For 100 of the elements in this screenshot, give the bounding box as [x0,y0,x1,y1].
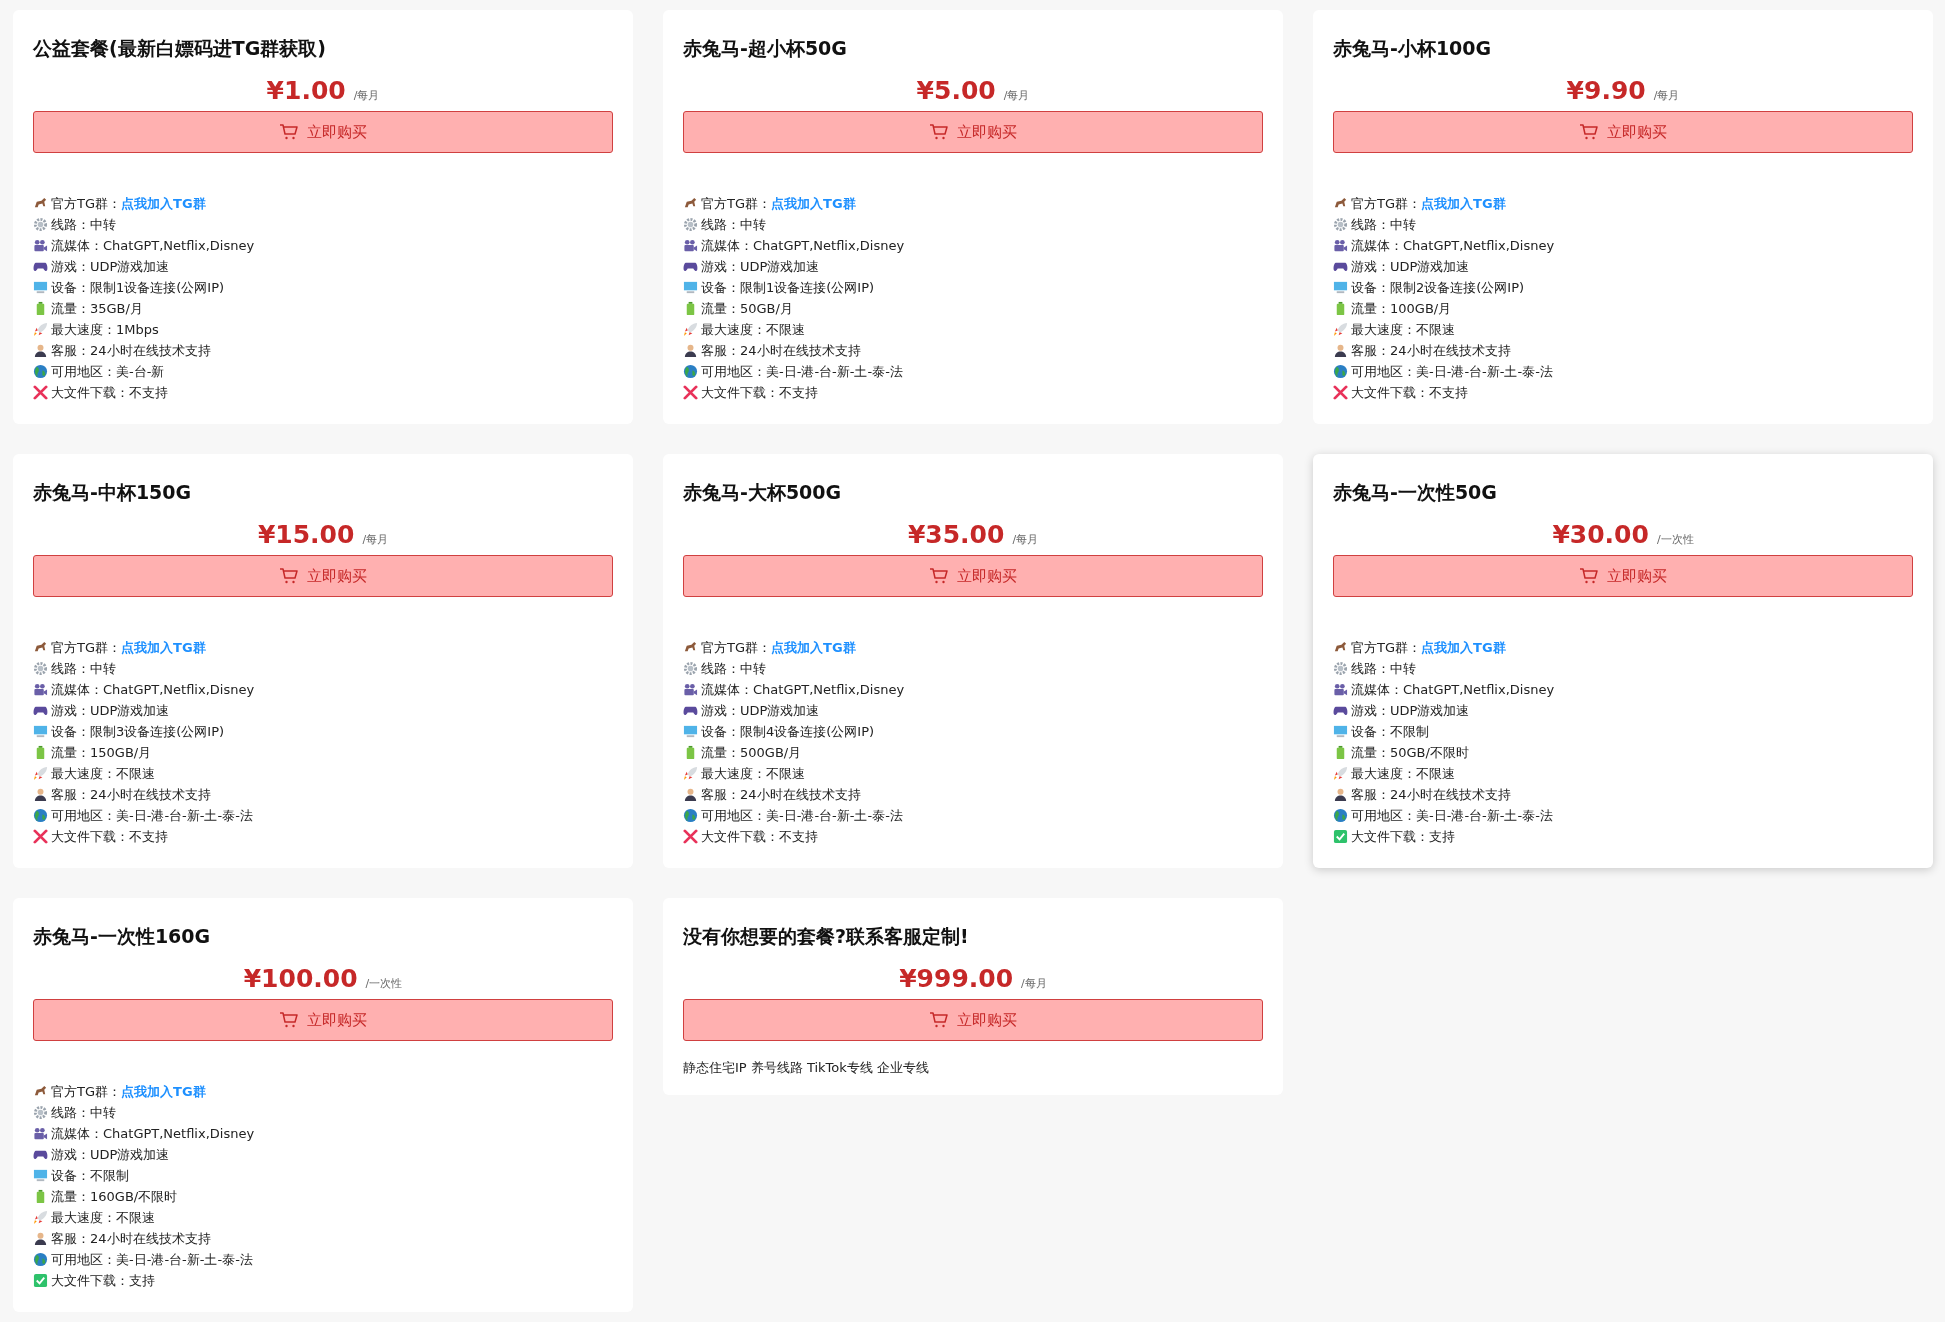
feature-label: 流量： [51,743,90,762]
feature-value: 不限制 [1390,722,1429,741]
plan-price: ¥999.00 [899,964,1014,993]
buy-button[interactable]: 立即购买 [683,999,1263,1041]
feature-value: ChatGPT,Netflix,Disney [1403,682,1555,697]
feature-value: 不限速 [116,1208,155,1227]
feature-label: 流量： [1351,743,1390,762]
plan-price: ¥5.00 [916,76,996,105]
feature-label: 游戏： [701,257,740,276]
feature-label: 线路： [1351,215,1390,234]
feature-value: 支持 [1429,827,1455,846]
feature-label: 客服： [51,341,90,360]
feature-label: 最大速度： [701,764,766,783]
feature-label: 大文件下载： [51,827,129,846]
feature-label: 官方TG群： [701,194,771,213]
feature-value: 24小时在线技术支持 [740,785,861,804]
feature-value: UDP游戏加速 [1390,257,1470,276]
feature-value: 不限速 [766,764,805,783]
feature-value: ChatGPT,Netflix,Disney [753,238,905,253]
feature-label: 流媒体： [51,680,103,699]
feature-label: 游戏： [701,701,740,720]
feature-value: 24小时在线技术支持 [90,341,211,360]
feature-label: 设备： [51,278,90,297]
feature-value: 50GB/月 [740,299,793,318]
join-group-link[interactable]: 点我加入TG群 [121,638,206,657]
join-group-link[interactable]: 点我加入TG群 [121,194,206,213]
price-period: /每月 [1003,88,1030,103]
feature-label: 可用地区： [1351,806,1416,825]
feature-value: ChatGPT,Netflix,Disney [753,682,905,697]
feature-label: 设备： [51,1166,90,1185]
buy-button[interactable]: 立即购买 [683,111,1263,153]
buy-button[interactable]: 立即购买 [683,555,1263,597]
feature-label: 流媒体： [1351,680,1403,699]
feature-label: 官方TG群： [51,1082,121,1101]
feature-label: 客服： [51,785,90,804]
buy-button[interactable]: 立即购买 [33,555,613,597]
feature-value: 美-日-港-台-新-土-泰-法 [116,1250,253,1269]
feature-value: 中转 [740,659,766,678]
plan-price: ¥15.00 [257,520,355,549]
feature-label: 客服： [701,785,740,804]
feature-label: 可用地区： [51,1250,116,1269]
feature-label: 大文件下载： [701,827,779,846]
join-group-link[interactable]: 点我加入TG群 [771,194,856,213]
feature-label: 可用地区： [701,362,766,381]
feature-value: 支持 [129,1271,155,1290]
join-group-link[interactable]: 点我加入TG群 [1421,638,1506,657]
feature-label: 客服： [1351,341,1390,360]
price-period: /每月 [1012,532,1039,547]
feature-label: 设备： [1351,278,1390,297]
feature-value: 24小时在线技术支持 [1390,341,1511,360]
join-group-link[interactable]: 点我加入TG群 [771,638,856,657]
buy-button[interactable]: 立即购买 [1333,555,1913,597]
feature-value: ChatGPT,Netflix,Disney [103,682,255,697]
feature-value: 中转 [740,215,766,234]
plan-title: 赤兔马-一次性160G [33,924,212,949]
feature-label: 流量： [51,299,90,318]
feature-label: 最大速度： [51,1208,116,1227]
feature-label: 流量： [701,299,740,318]
feature-value: 不限制 [90,1166,129,1185]
feature-label: 线路： [51,659,90,678]
plan-price: ¥35.00 [907,520,1005,549]
feature-value: 限制2设备连接(公网IP) [1390,278,1525,297]
feature-value: 中转 [1390,215,1416,234]
plan-title: 没有你想要的套餐?联系客服定制! [683,924,970,949]
feature-value: 不支持 [779,827,818,846]
plan-description: 静态住宅IP 养号线路 TikTok专线 企业专线 [683,1059,930,1077]
feature-label: 可用地区： [1351,362,1416,381]
feature-label: 大文件下载： [1351,383,1429,402]
feature-value: 中转 [90,659,116,678]
feature-value: 24小时在线技术支持 [1390,785,1511,804]
feature-value: 35GB/月 [90,299,143,318]
plan-title: 赤兔马-中杯150G [33,480,193,505]
feature-value: 限制4设备连接(公网IP) [740,722,875,741]
buy-button[interactable]: 立即购买 [33,999,613,1041]
feature-value: 不限速 [766,320,805,339]
join-group-link[interactable]: 点我加入TG群 [121,1082,206,1101]
price-period: /每月 [362,532,389,547]
feature-value: 中转 [90,1103,116,1122]
plan-price: ¥1.00 [266,76,346,105]
feature-value: UDP游戏加速 [90,1145,170,1164]
feature-value: 不限速 [1416,320,1455,339]
feature-value: 160GB/不限时 [90,1187,178,1206]
feature-label: 最大速度： [51,320,116,339]
feature-label: 官方TG群： [51,194,121,213]
feature-value: 限制1设备连接(公网IP) [740,278,875,297]
feature-label: 设备： [701,278,740,297]
feature-label: 流量： [1351,299,1390,318]
join-group-link[interactable]: 点我加入TG群 [1421,194,1506,213]
feature-label: 游戏： [51,257,90,276]
feature-value: ChatGPT,Netflix,Disney [103,238,255,253]
feature-value: 不支持 [779,383,818,402]
feature-label: 线路： [51,1103,90,1122]
price-period: /每月 [1021,976,1047,991]
feature-label: 线路： [51,215,90,234]
buy-button[interactable]: 立即购买 [1333,111,1913,153]
feature-label: 大文件下载： [701,383,779,402]
feature-label: 游戏： [51,701,90,720]
feature-label: 最大速度： [1351,320,1416,339]
plan-title: 赤兔马-大杯500G [683,480,843,505]
buy-button[interactable]: 立即购买 [33,111,613,153]
